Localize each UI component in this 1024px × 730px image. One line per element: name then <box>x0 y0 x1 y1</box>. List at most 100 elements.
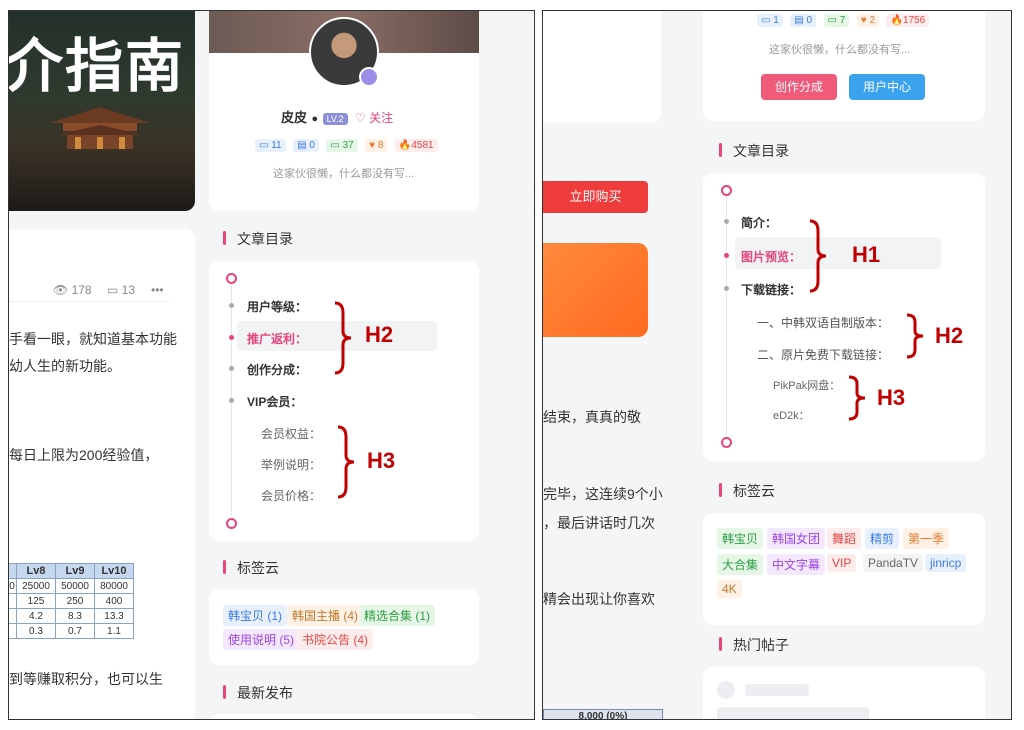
buy-now-button[interactable]: 立即购买 <box>543 181 648 213</box>
comments-stat: ▭ 37 <box>326 139 358 152</box>
h3-annotation: H3 <box>367 448 396 473</box>
tag[interactable]: 中文字幕 <box>767 554 826 575</box>
tag[interactable]: 韩国女团 <box>767 528 826 549</box>
article-paragraph: 每日上限为200经验值， <box>9 447 159 463</box>
toc-subitem[interactable]: 一、中韩双语自制版本： <box>757 314 889 331</box>
user-icon: ● <box>311 113 319 125</box>
latest-heading: 最新发布 <box>223 685 293 701</box>
tag[interactable]: 书院公告 (4) <box>297 629 374 650</box>
author-name[interactable]: 皮皮 <box>281 110 307 125</box>
h2-annotation: H2 <box>935 323 964 348</box>
create-revenue-button[interactable]: 创作分成 <box>761 74 837 100</box>
toc-subitem[interactable]: 会员价格： <box>261 487 321 504</box>
toc-dot <box>229 366 234 371</box>
table-row: 4.2 8.3 13.3 <box>9 608 134 624</box>
follow-label: 关注 <box>369 111 394 125</box>
user-center-button[interactable]: 用户中心 <box>849 74 925 100</box>
tag[interactable]: 大合集 <box>717 554 764 575</box>
right-screenshot-panel: 立即购买 结束，真真的敬 完毕，这连续9个小 ，最后讲话时几次 精会出现让你喜欢… <box>542 10 1012 720</box>
tag[interactable]: 舞蹈 <box>827 528 862 549</box>
toc-item[interactable]: 下载链接： <box>741 281 801 298</box>
table-cell: 80000 <box>94 578 134 594</box>
toc-end-marker <box>226 518 237 529</box>
follow-button[interactable]: ♡ 关注 <box>355 111 393 125</box>
comments-value: 13 <box>121 283 136 297</box>
toc-item[interactable]: VIP会员： <box>247 393 302 410</box>
stat-value: 4581 <box>411 140 434 151</box>
toc-item-active[interactable]: 推广返利： <box>247 330 307 347</box>
table-cell: 13.3 <box>94 608 134 624</box>
toc-dot <box>724 253 729 258</box>
article-paragraph: 完毕，这连续9个小 <box>543 486 663 502</box>
table-cell: 8.3 <box>55 608 95 624</box>
tag[interactable]: 精剪 <box>865 528 900 549</box>
h2-brace-icon <box>906 313 924 359</box>
articles-stat: ▤ 0 <box>293 139 319 152</box>
likes-stat: ♥ 8 <box>365 139 388 152</box>
table-cell: 400 <box>94 593 134 609</box>
loading-block <box>717 707 869 719</box>
toc-item[interactable]: 用户等级： <box>247 298 307 315</box>
tag[interactable]: 4K <box>717 580 742 598</box>
toc-line <box>726 197 727 437</box>
tag[interactable]: 韩宝贝 <box>717 528 764 549</box>
stat-value: 2 <box>869 15 876 26</box>
toc-item[interactable]: 创作分成： <box>247 361 307 378</box>
h1-annotation: H1 <box>852 242 881 267</box>
toc-item-active[interactable]: 图片预览： <box>741 248 801 265</box>
h3-brace-icon <box>848 375 866 421</box>
table-cell <box>9 593 17 609</box>
tag[interactable]: 精选合集 (1) <box>359 605 436 626</box>
toc-heading: 文章目录 <box>719 143 789 159</box>
latest-card <box>209 714 479 719</box>
tag[interactable]: jinricp <box>925 554 967 572</box>
stat-value: 7 <box>839 15 846 26</box>
article-paragraph: 到等赚取积分，也可以生 <box>9 671 163 687</box>
tag[interactable]: VIP <box>827 554 857 572</box>
stat-value: 1756 <box>902 15 926 26</box>
popularity-stat: 🔥1756 <box>886 14 930 27</box>
table-cell: 0 <box>9 578 17 594</box>
level-table: Lv8 Lv9 Lv10 0 25000 50000 80000 125 250… <box>9 563 134 639</box>
table-cell: 250 <box>55 593 95 609</box>
h3-annotation: H3 <box>877 385 906 410</box>
toc-subsubitem[interactable]: PikPak网盘： <box>773 377 840 393</box>
toc-heading: 文章目录 <box>223 231 293 247</box>
more-icon[interactable]: ••• <box>151 283 164 297</box>
toc-start-marker <box>226 273 237 284</box>
toc-subitem[interactable]: 二、原片免费下载链接： <box>757 346 889 363</box>
article-paragraph: ，最后讲话时几次 <box>543 515 655 531</box>
table-header: Lv9 <box>55 563 95 579</box>
tags-heading: 标签云 <box>719 483 775 499</box>
toc-subsubitem[interactable]: eD2k： <box>773 407 810 423</box>
table-row: 125 250 400 <box>9 593 134 609</box>
h2-brace-icon <box>334 301 352 375</box>
toc-item[interactable]: 简介： <box>741 214 777 231</box>
toc-subitem[interactable]: 会员权益： <box>261 425 321 442</box>
tag[interactable]: 第一季 <box>903 528 950 549</box>
toc-end-marker <box>721 437 732 448</box>
toc-card: 简介： 图片预览： 下载链接： 一、中韩双语自制版本： 二、原片免费下载链接： … <box>703 173 985 461</box>
progress-cell: 8,000 (0%) <box>543 709 663 719</box>
level-badge: LV.2 <box>322 113 348 125</box>
popularity-stat: 🔥4581 <box>394 139 438 152</box>
table-header: Lv8 <box>16 563 56 579</box>
h3-brace-icon <box>337 425 355 499</box>
author-card: ▭ 1 ▤ 0 ▭ 7 ♥ 2 🔥1756 这家伙很懒，什么都没有写... 创作… <box>703 11 985 121</box>
tag[interactable]: 使用说明 (5) <box>223 629 300 650</box>
hero-title: 介指南 <box>9 32 186 100</box>
tag[interactable]: 韩国主播 (4) <box>287 605 364 626</box>
article-paragraph: 精会出现让你喜欢 <box>543 591 655 607</box>
toc-dot <box>229 398 234 403</box>
vip-diamond-icon <box>359 67 379 87</box>
promo-banner[interactable] <box>543 243 648 337</box>
loading-avatar <box>717 681 735 699</box>
table-cell: 0.3 <box>16 623 56 639</box>
tag[interactable]: 韩宝贝 (1) <box>223 605 288 626</box>
comments-count[interactable]: ▭ 13 <box>107 283 135 297</box>
article-hero-image: 介指南 <box>9 11 195 211</box>
article-body-top <box>543 11 661 123</box>
toc-subitem[interactable]: 举例说明： <box>261 456 321 473</box>
comments-stat: ▭ 7 <box>823 14 850 27</box>
tag[interactable]: PandaTV <box>863 554 924 572</box>
